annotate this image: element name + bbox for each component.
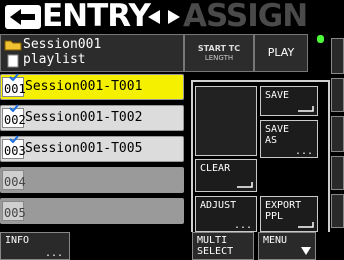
- enter-icon: [237, 182, 253, 188]
- playlist-icon: [7, 54, 19, 68]
- session-header: Session001 playlist: [0, 34, 184, 72]
- start-tc-label: START TC: [197, 44, 241, 53]
- session-name: Session001: [23, 37, 102, 52]
- chevron-down-icon: [301, 247, 311, 255]
- export-ppl-button[interactable]: EXPORT PPL: [260, 196, 318, 232]
- start-tc-column-header[interactable]: START TC LENGTH: [184, 34, 254, 72]
- checkmark-icon: [9, 73, 19, 81]
- checkmark-icon: [9, 135, 19, 143]
- status-indicator: [317, 35, 324, 43]
- enter-icon: [298, 222, 314, 228]
- list-item[interactable]: 002 Session001-T002: [0, 104, 184, 131]
- adjust-button[interactable]: ADJUST ...: [195, 196, 257, 232]
- play-button[interactable]: PLAY: [254, 34, 308, 72]
- save-as-button[interactable]: SAVE AS ...: [260, 120, 318, 158]
- menu-label: MENU: [263, 235, 288, 246]
- entry-popup-menu: SAVE SAVE AS ... CLEAR ADJUST ... EXPORT…: [191, 80, 330, 234]
- playlist-label: playlist: [23, 52, 86, 67]
- back-arrow-icon[interactable]: [4, 4, 42, 30]
- info-button[interactable]: INFO ...: [0, 232, 70, 260]
- entry-name: Session001-T001: [25, 79, 143, 94]
- screen-title: ENTRY: [42, 0, 151, 34]
- folder-icon: [4, 40, 22, 51]
- enter-icon: [298, 106, 314, 112]
- multi-select-label: MULTI SELECT: [197, 235, 234, 257]
- entry-name: Session001-T002: [25, 110, 143, 125]
- scroll-up-button[interactable]: [331, 78, 344, 112]
- save-button[interactable]: SAVE: [260, 86, 318, 116]
- clear-button[interactable]: CLEAR: [195, 159, 257, 192]
- list-item[interactable]: 005: [0, 198, 184, 224]
- export-ppl-label: EXPORT PPL: [265, 200, 302, 222]
- scroll-down-button[interactable]: [331, 156, 344, 190]
- entry-number: 005: [2, 201, 26, 221]
- ellipsis: ...: [44, 248, 63, 259]
- adjust-label: ADJUST: [200, 200, 237, 211]
- menu-button[interactable]: MENU: [258, 232, 316, 260]
- list-item[interactable]: 003 Session001-T005: [0, 135, 184, 162]
- scroll-bottom-button[interactable]: [331, 194, 344, 228]
- save-as-label: SAVE AS: [265, 124, 290, 146]
- ellipsis: ...: [233, 220, 252, 231]
- list-item[interactable]: 004: [0, 167, 184, 193]
- scroll-top-button[interactable]: [331, 38, 344, 74]
- scroll-knob[interactable]: [331, 116, 344, 152]
- popup-blank-area: [195, 86, 257, 156]
- ellipsis: ...: [294, 146, 313, 157]
- clear-label: CLEAR: [200, 163, 231, 174]
- checkmark-icon: [9, 104, 19, 112]
- save-label: SAVE: [265, 90, 290, 101]
- tab-switch-icon[interactable]: [146, 8, 182, 26]
- list-item[interactable]: 001 Session001-T001: [0, 73, 184, 100]
- multi-select-button[interactable]: MULTI SELECT: [192, 232, 254, 260]
- entry-name: Session001-T005: [25, 141, 143, 156]
- bottom-spacer: [70, 232, 192, 260]
- title-bar: ENTRY ASSIGN: [0, 0, 344, 34]
- info-label: INFO: [5, 235, 30, 246]
- length-label: LENGTH: [204, 54, 234, 62]
- entry-number: 004: [2, 170, 26, 190]
- tab-assign[interactable]: ASSIGN: [183, 0, 308, 35]
